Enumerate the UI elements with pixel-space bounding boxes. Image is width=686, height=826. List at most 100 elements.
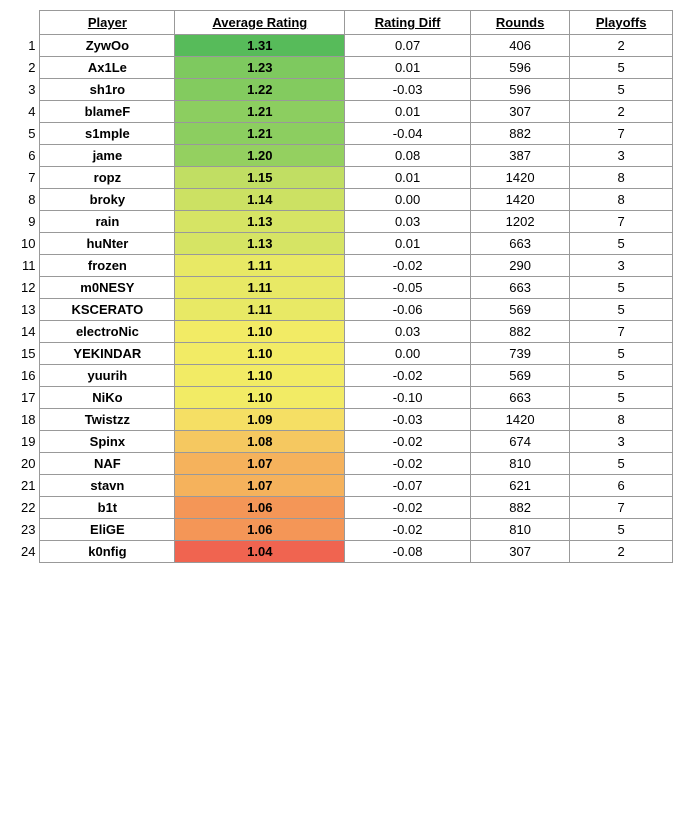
player-cell: jame (40, 145, 175, 167)
playoffs-cell: 3 (570, 431, 673, 453)
playoffs-cell: 5 (570, 79, 673, 101)
table-row: 24k0nfig1.04-0.083072 (13, 541, 673, 563)
playoffs-cell: 2 (570, 541, 673, 563)
rating-diff-cell: -0.02 (345, 453, 471, 475)
player-cell: frozen (40, 255, 175, 277)
rank-cell: 15 (13, 343, 40, 365)
avg-rating-cell: 1.15 (175, 167, 345, 189)
playoffs-cell: 3 (570, 145, 673, 167)
table-row: 18Twistzz1.09-0.0314208 (13, 409, 673, 431)
player-cell: EliGE (40, 519, 175, 541)
rounds-cell: 882 (470, 321, 569, 343)
rank-cell: 20 (13, 453, 40, 475)
player-cell: KSCERATO (40, 299, 175, 321)
table-row: 8broky1.140.0014208 (13, 189, 673, 211)
player-cell: rain (40, 211, 175, 233)
rank-cell: 17 (13, 387, 40, 409)
avg-rating-cell: 1.10 (175, 387, 345, 409)
playoffs-cell: 8 (570, 409, 673, 431)
playoffs-cell: 8 (570, 189, 673, 211)
rating-diff-cell: -0.05 (345, 277, 471, 299)
table-row: 10huNter1.130.016635 (13, 233, 673, 255)
player-cell: broky (40, 189, 175, 211)
rounds-cell: 810 (470, 519, 569, 541)
rating-diff-cell: 0.01 (345, 233, 471, 255)
table-row: 5s1mple1.21-0.048827 (13, 123, 673, 145)
rank-cell: 6 (13, 145, 40, 167)
player-cell: k0nfig (40, 541, 175, 563)
avg-rating-cell: 1.08 (175, 431, 345, 453)
avg-rating-cell: 1.11 (175, 255, 345, 277)
player-cell: sh1ro (40, 79, 175, 101)
avg-rating-cell: 1.21 (175, 101, 345, 123)
player-cell: ropz (40, 167, 175, 189)
rank-cell: 3 (13, 79, 40, 101)
rating-diff-cell: 0.01 (345, 57, 471, 79)
playoffs-cell: 5 (570, 277, 673, 299)
avg-rating-cell: 1.21 (175, 123, 345, 145)
rounds-header: Rounds (470, 11, 569, 35)
rounds-cell: 1420 (470, 167, 569, 189)
table-row: 22b1t1.06-0.028827 (13, 497, 673, 519)
table-row: 15YEKINDAR1.100.007395 (13, 343, 673, 365)
table-row: 3sh1ro1.22-0.035965 (13, 79, 673, 101)
rank-cell: 10 (13, 233, 40, 255)
rounds-cell: 739 (470, 343, 569, 365)
rank-cell: 11 (13, 255, 40, 277)
rank-header (13, 11, 40, 35)
rating-diff-cell: 0.07 (345, 35, 471, 57)
rating-diff-cell: -0.02 (345, 431, 471, 453)
avg-rating-cell: 1.10 (175, 343, 345, 365)
stats-table: Player Average Rating Rating Diff Rounds… (13, 10, 673, 563)
rating-diff-cell: 0.01 (345, 167, 471, 189)
playoffs-cell: 2 (570, 35, 673, 57)
rating-diff-cell: -0.02 (345, 497, 471, 519)
player-header: Player (40, 11, 175, 35)
player-cell: Ax1Le (40, 57, 175, 79)
table-row: 11frozen1.11-0.022903 (13, 255, 673, 277)
playoffs-cell: 7 (570, 321, 673, 343)
player-cell: huNter (40, 233, 175, 255)
rounds-cell: 810 (470, 453, 569, 475)
avg-rating-cell: 1.22 (175, 79, 345, 101)
player-cell: yuurih (40, 365, 175, 387)
rounds-cell: 406 (470, 35, 569, 57)
rounds-cell: 290 (470, 255, 569, 277)
rounds-cell: 1420 (470, 189, 569, 211)
avg-rating-cell: 1.13 (175, 233, 345, 255)
rating-diff-cell: 0.01 (345, 101, 471, 123)
rating-diff-cell: -0.07 (345, 475, 471, 497)
rank-cell: 5 (13, 123, 40, 145)
rounds-cell: 307 (470, 101, 569, 123)
rank-cell: 7 (13, 167, 40, 189)
avg-rating-cell: 1.06 (175, 519, 345, 541)
rank-cell: 1 (13, 35, 40, 57)
playoffs-cell: 7 (570, 123, 673, 145)
rating-diff-cell: -0.04 (345, 123, 471, 145)
rank-cell: 14 (13, 321, 40, 343)
table-row: 2Ax1Le1.230.015965 (13, 57, 673, 79)
rounds-cell: 569 (470, 299, 569, 321)
rank-cell: 16 (13, 365, 40, 387)
playoffs-cell: 8 (570, 167, 673, 189)
rating-diff-cell: -0.02 (345, 519, 471, 541)
rounds-cell: 569 (470, 365, 569, 387)
rank-cell: 23 (13, 519, 40, 541)
table-row: 20NAF1.07-0.028105 (13, 453, 673, 475)
rounds-cell: 663 (470, 387, 569, 409)
rating-diff-cell: -0.08 (345, 541, 471, 563)
rounds-cell: 882 (470, 123, 569, 145)
rank-cell: 13 (13, 299, 40, 321)
rank-cell: 8 (13, 189, 40, 211)
rounds-cell: 663 (470, 233, 569, 255)
playoffs-cell: 7 (570, 497, 673, 519)
avg-rating-cell: 1.09 (175, 409, 345, 431)
avg-rating-cell: 1.11 (175, 277, 345, 299)
table-row: 21stavn1.07-0.076216 (13, 475, 673, 497)
playoffs-cell: 6 (570, 475, 673, 497)
rating-diff-header: Rating Diff (345, 11, 471, 35)
rank-cell: 21 (13, 475, 40, 497)
rating-diff-cell: -0.06 (345, 299, 471, 321)
rating-diff-cell: -0.02 (345, 255, 471, 277)
rounds-cell: 307 (470, 541, 569, 563)
